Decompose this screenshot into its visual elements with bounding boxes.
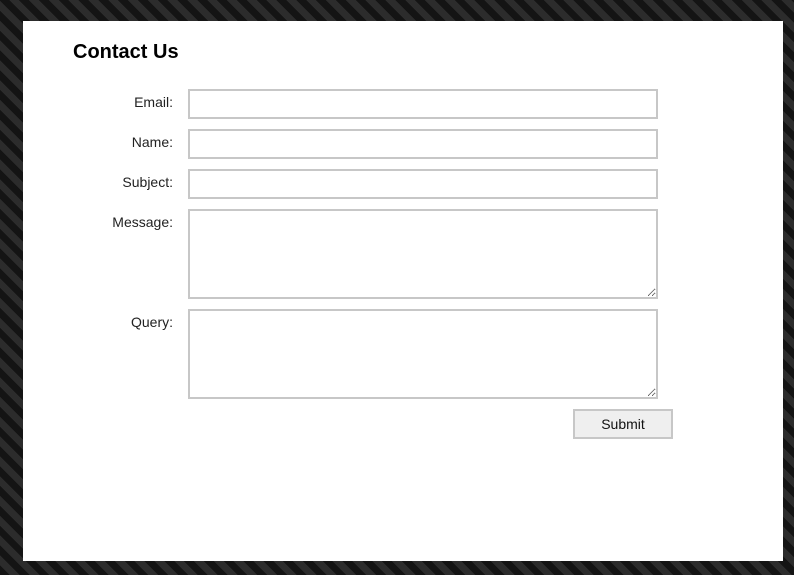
query-textarea[interactable] <box>188 309 658 399</box>
submit-button[interactable]: Submit <box>573 409 673 439</box>
page-title: Contact Us <box>73 41 179 63</box>
name-field[interactable] <box>188 129 658 159</box>
subject-field[interactable] <box>188 169 658 199</box>
name-label: Name: <box>131 134 173 150</box>
subject-label: Subject: <box>122 174 173 190</box>
email-label: Email: <box>134 94 173 110</box>
message-label: Message: <box>112 214 173 230</box>
query-label: Query: <box>130 314 173 330</box>
contact-form-panel: Contact Us Email: Name: Subject: Message… <box>23 21 783 561</box>
email-field[interactable] <box>188 89 658 119</box>
message-textarea[interactable] <box>188 209 658 299</box>
